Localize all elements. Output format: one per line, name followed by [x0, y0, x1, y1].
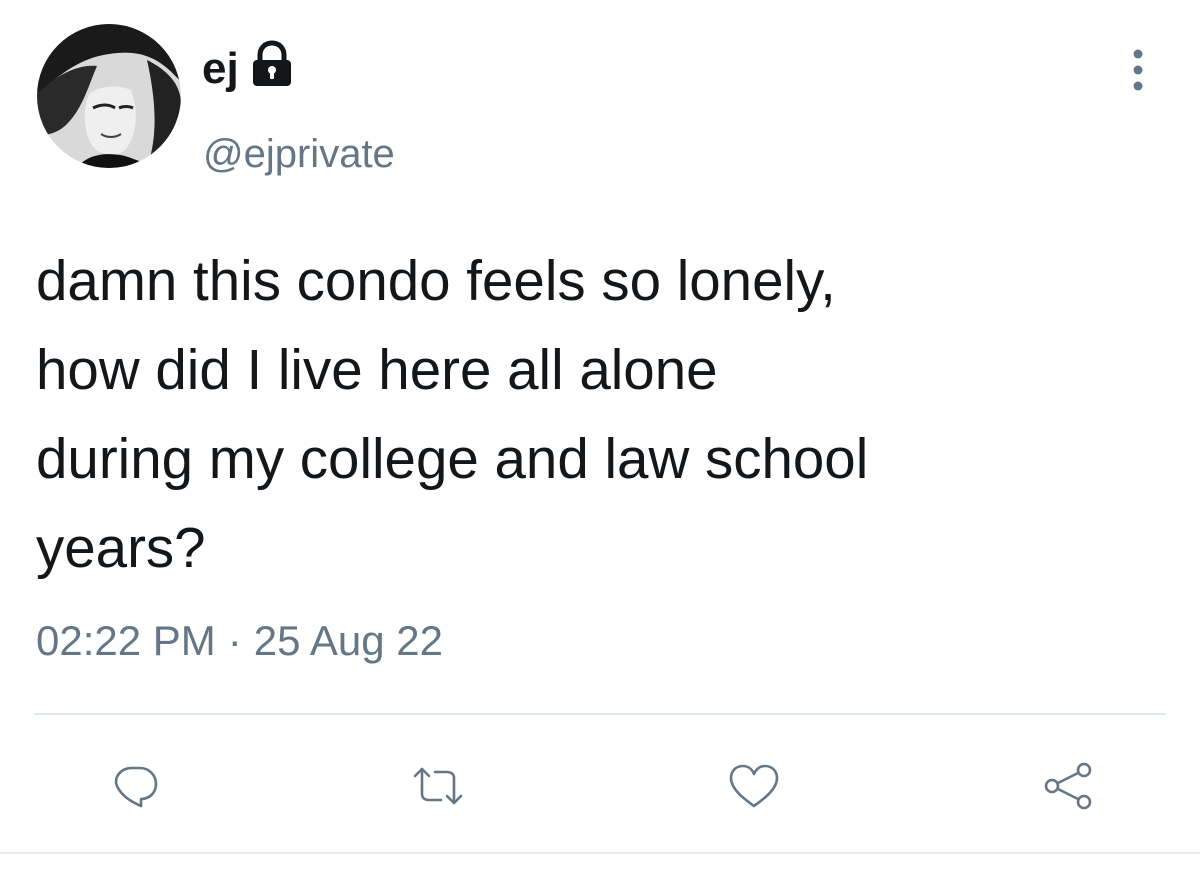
retweet-button[interactable] — [408, 756, 468, 816]
tweet-date: 25 Aug 22 — [253, 617, 443, 664]
display-name-text: ej — [202, 43, 239, 93]
author-handle[interactable]: @ejprivate — [203, 134, 395, 174]
reply-icon — [114, 766, 158, 808]
tweet-time: 02:22 PM — [36, 617, 216, 664]
more-vertical-icon — [1133, 49, 1143, 91]
share-icon — [1044, 762, 1092, 810]
avatar-image — [37, 24, 181, 168]
lock-icon — [247, 40, 297, 93]
heart-icon — [729, 764, 779, 808]
reply-button[interactable] — [106, 756, 166, 816]
tweet-timestamp[interactable]: 02:22 PM · 25 Aug 22 — [36, 620, 443, 662]
like-button[interactable] — [724, 756, 784, 816]
avatar[interactable] — [37, 24, 181, 168]
share-button[interactable] — [1038, 756, 1098, 816]
tweet-text: damn this condo feels so lonely, how did… — [36, 249, 869, 579]
bottom-divider — [0, 852, 1200, 854]
retweet-icon — [413, 767, 463, 805]
divider — [34, 713, 1166, 715]
author-display-name[interactable]: ej — [202, 40, 297, 93]
timestamp-separator: · — [227, 617, 242, 664]
more-options-button[interactable] — [1118, 40, 1158, 100]
